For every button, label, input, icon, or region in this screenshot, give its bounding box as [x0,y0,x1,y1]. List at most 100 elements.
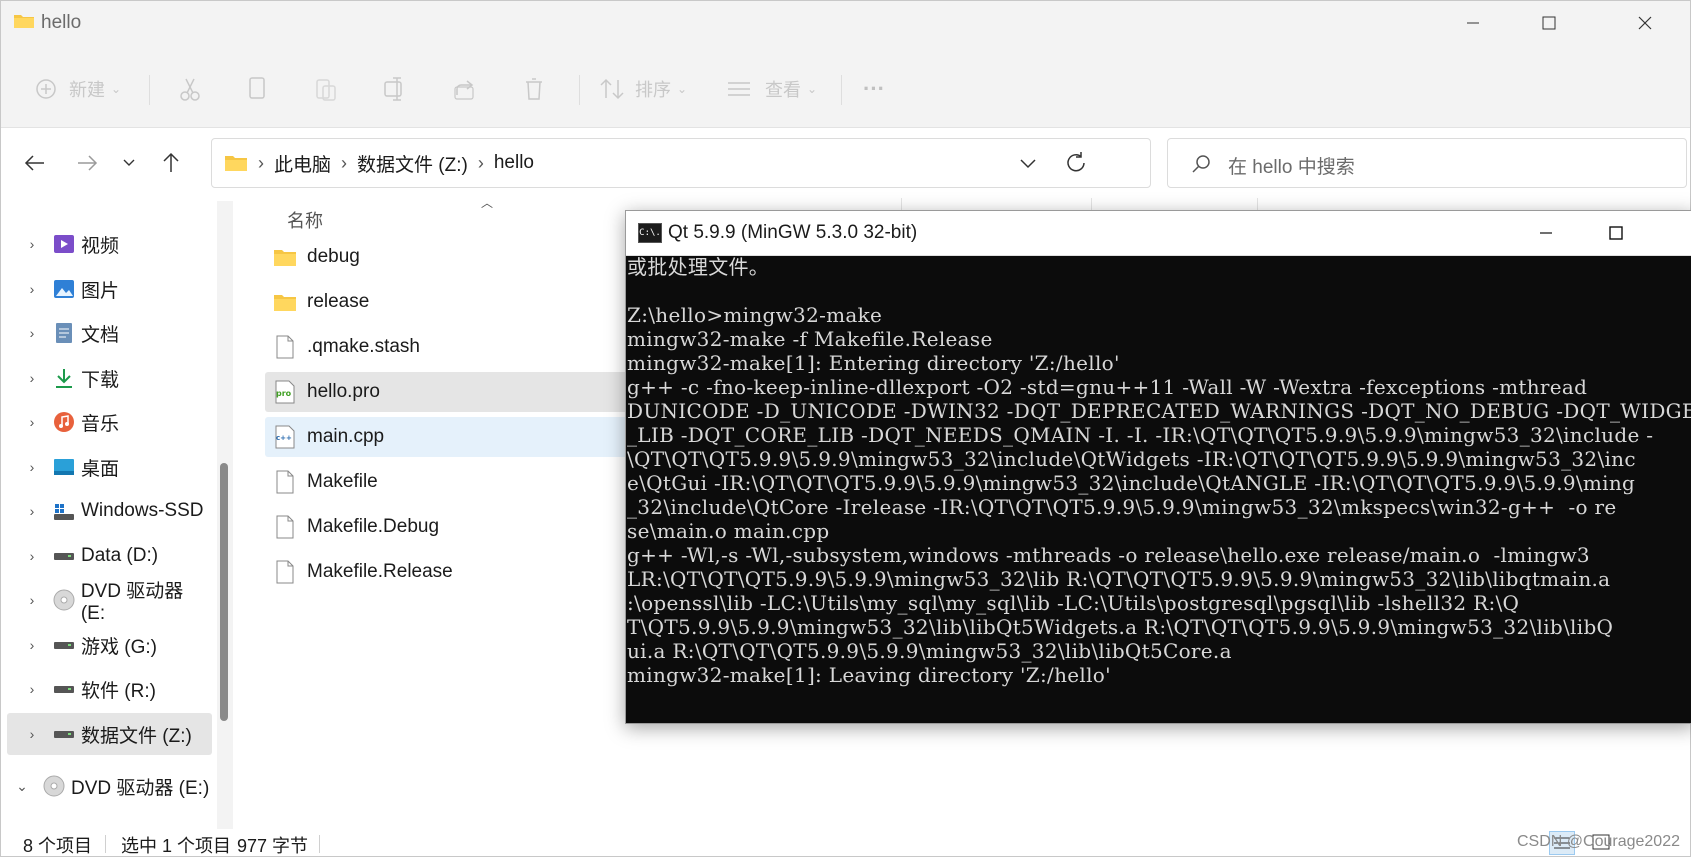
sidebar-item-desktop[interactable]: › 桌面 [7,446,212,488]
file-row-makefile[interactable]: Makefile [265,462,685,502]
console-line: g++ -Wl,-s -Wl,-subsystem,windows -mthre… [627,543,1590,567]
address-bar[interactable]: › 此电脑 › 数据文件 (Z:) › hello [211,138,1151,188]
file-row-hello-pro[interactable]: pro hello.pro [265,372,685,412]
console-app-icon: C:\. [638,223,662,243]
console-line: :\openssl\lib -LC:\Utils\my_sql\my_sql\l… [627,591,1520,615]
close-button[interactable] [1613,1,1677,45]
arrow-up-icon [163,152,179,172]
console-line: DUNICODE -D_UNICODE -DWIN32 -DQT_DEPRECA… [627,399,1691,423]
arrow-left-icon [24,155,44,171]
address-dropdown-button[interactable] [1018,151,1038,180]
windows-drive-icon [53,500,75,522]
breadcrumb-drive-z[interactable]: 数据文件 (Z:) [357,150,468,177]
sidebar-item-dvd-e-expanded[interactable]: ⌄ DVD 驱动器 (E:) [7,765,212,807]
sidebar-item-dvd-e[interactable]: › DVD 驱动器 (E: [7,579,212,624]
file-icon [271,470,299,494]
sidebar-scroll-thumb[interactable] [220,463,228,721]
sidebar-item-label: 文档 [81,324,120,346]
drive-icon [53,678,75,700]
watermark: CSDN @Courage2022 [1517,833,1680,850]
file-icon [271,560,299,584]
file-row-debug[interactable]: debug [265,237,685,277]
console-title: Qt 5.9.9 (MinGW 5.3.0 32-bit) [668,222,918,243]
chevron-right-icon: › [258,152,264,173]
pictures-icon [53,278,75,300]
rename-button[interactable] [383,75,407,103]
breadcrumb-hello[interactable]: hello [494,152,534,174]
sidebar-item-label: 软件 (R:) [81,680,156,702]
console-title-bar[interactable]: C:\. Qt 5.9.9 (MinGW 5.3.0 32-bit) [626,211,1691,256]
minimize-icon [1467,22,1479,24]
view-button[interactable]: 查看 ⌄ [727,75,817,103]
file-row-main-cpp[interactable]: c++ main.cpp [265,417,685,457]
console-minimize-button[interactable] [1516,211,1576,255]
svg-text:c++: c++ [276,434,292,442]
arrow-right-icon [78,155,98,171]
minimize-button[interactable] [1441,1,1505,45]
search-box[interactable]: 在 hello 中搜索 [1167,138,1687,188]
sidebar-item-data-files-z[interactable]: › 数据文件 (Z:) [7,713,212,755]
scissors-icon [180,78,200,101]
drive-icon [53,545,75,567]
chevron-down-icon [1020,159,1036,169]
divider [579,75,580,105]
paste-button[interactable] [315,75,337,103]
sort-button[interactable]: 排序 ⌄ [599,75,687,103]
sidebar-item-games-g[interactable]: › 游戏 (G:) [7,624,212,666]
sidebar-item-downloads[interactable]: › 下载 [7,357,212,399]
chevron-right-icon: › [29,548,35,564]
sidebar-item-videos[interactable]: › 视频 [7,223,212,265]
file-row-qmake-stash[interactable]: .qmake.stash [265,327,685,367]
sidebar-item-label: DVD 驱动器 (E:) [71,777,210,799]
breadcrumb-this-pc[interactable]: 此电脑 [274,150,331,177]
share-button[interactable] [453,75,477,103]
copy-button[interactable] [247,75,267,103]
sidebar-item-windows-ssd[interactable]: › Windows-SSD [7,490,212,532]
recent-locations-button[interactable] [113,147,145,179]
new-label: 新建 [69,80,105,100]
chevron-right-icon: › [29,281,35,297]
refresh-button[interactable] [1064,151,1088,180]
up-button[interactable] [155,147,187,179]
chevron-down-icon: ⌄ [111,82,122,96]
console-line: 或批处理文件。 [627,255,770,279]
chevron-right-icon: › [29,459,35,475]
video-icon [53,233,75,255]
divider [841,75,842,105]
forward-button[interactable] [71,147,103,179]
selection-count: 选中 1 个项目 [121,836,232,856]
sidebar-item-music[interactable]: › 音乐 [7,401,212,443]
chevron-right-icon: › [477,152,484,173]
sidebar-item-software-r[interactable]: › 软件 (R:) [7,668,212,710]
chevron-right-icon: › [29,637,35,653]
file-name: .qmake.stash [307,336,420,357]
sidebar-item-pictures[interactable]: › 图片 [7,268,212,310]
file-row-makefile-debug[interactable]: Makefile.Debug [265,507,685,547]
sidebar-item-data-d[interactable]: › Data (D:) [7,535,212,577]
breadcrumb: › 此电脑 › 数据文件 (Z:) › hello [224,139,534,187]
dvd-icon [43,775,65,797]
plus-circle-icon [36,79,56,99]
file-row-makefile-release[interactable]: Makefile.Release [265,552,685,592]
file-name: release [307,291,370,312]
console-window[interactable]: C:\. Qt 5.9.9 (MinGW 5.3.0 32-bit) 或批处理文… [625,210,1691,724]
file-row-release[interactable]: release [265,282,685,322]
console-output[interactable]: 或批处理文件。 Z:\hello>mingw32-make mingw32-make… [627,255,1691,721]
back-button[interactable] [19,147,51,179]
download-icon [53,367,75,389]
more-options-button[interactable]: ··· [863,75,885,103]
maximize-icon [1609,226,1623,240]
delete-button[interactable] [523,75,545,103]
sidebar-item-documents[interactable]: › 文档 [7,312,212,354]
maximize-button[interactable] [1517,1,1581,45]
view-icon [728,82,750,96]
chevron-right-icon: › [29,370,35,386]
new-button[interactable]: 新建 ⌄ [35,75,121,103]
trash-icon [526,78,542,100]
drive-icon [53,634,75,656]
file-icon [271,515,299,539]
column-header-name[interactable]: 名称 [287,207,323,233]
cut-button[interactable] [179,75,201,103]
console-maximize-button[interactable] [1586,211,1646,255]
chevron-right-icon: › [29,681,35,697]
